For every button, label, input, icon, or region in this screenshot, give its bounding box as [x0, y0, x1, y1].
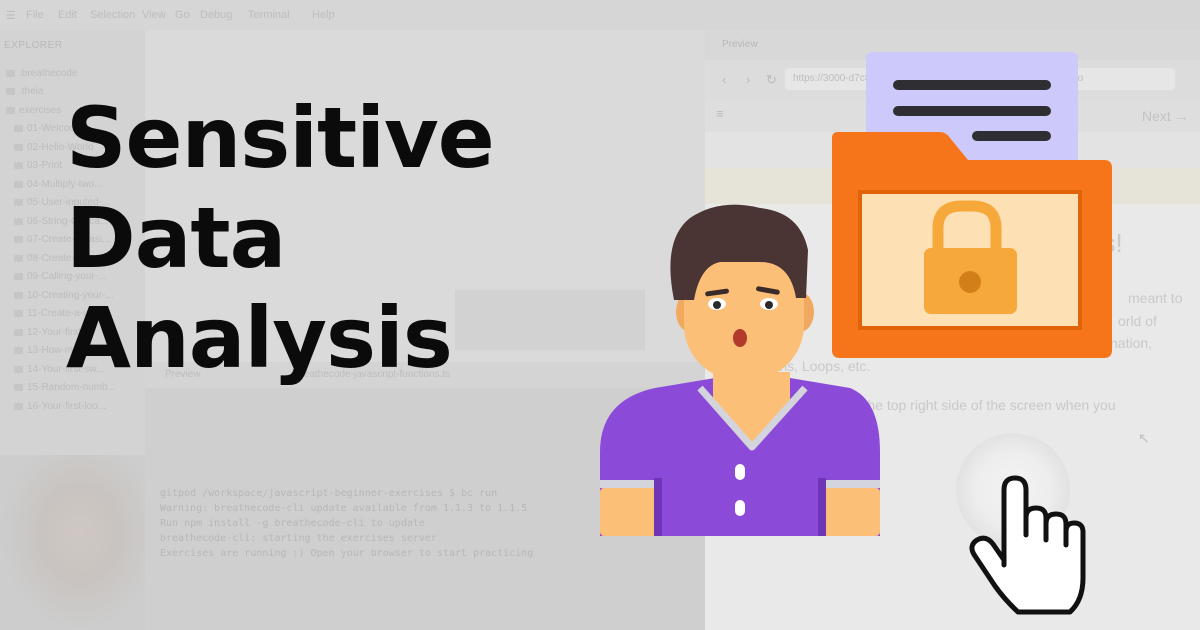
locked-folder-icon: [832, 52, 1112, 358]
illustration: [600, 52, 1112, 615]
hand-pointer-icon: [969, 475, 1086, 615]
